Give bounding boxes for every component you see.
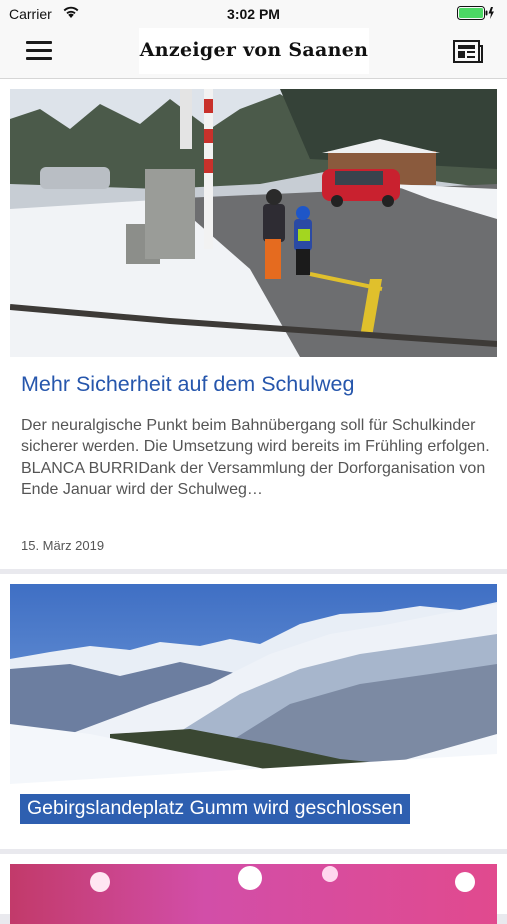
article-date: 15. März 2019 <box>21 538 105 553</box>
article-photo-railway-crossing[interactable] <box>10 89 497 357</box>
article-card[interactable]: Mehr Sicherheit auf dem Schulweg Der neu… <box>0 79 507 569</box>
battery-icon <box>457 6 494 20</box>
newspaper-logo: Anzeiger von Saanen <box>139 28 369 74</box>
navigation-bar: Anzeiger von Saanen <box>0 28 507 79</box>
status-bar: Carrier 3:02 PM <box>0 0 507 28</box>
clock: 3:02 PM <box>227 6 280 22</box>
article-title-overlay[interactable]: Gebirgslandeplatz Gumm wird geschlossen <box>20 794 411 824</box>
article-card[interactable]: Gebirgslandeplatz Gumm wird geschlossen <box>0 574 507 849</box>
article-title[interactable]: Mehr Sicherheit auf dem Schulweg <box>21 370 491 398</box>
article-photo-stage-lights[interactable] <box>10 864 497 924</box>
newspaper-icon[interactable] <box>453 40 483 64</box>
hamburger-menu-icon[interactable] <box>26 41 52 65</box>
article-card[interactable] <box>0 854 507 924</box>
article-excerpt: Der neuralgische Punkt beim Bahnübergang… <box>21 417 490 498</box>
